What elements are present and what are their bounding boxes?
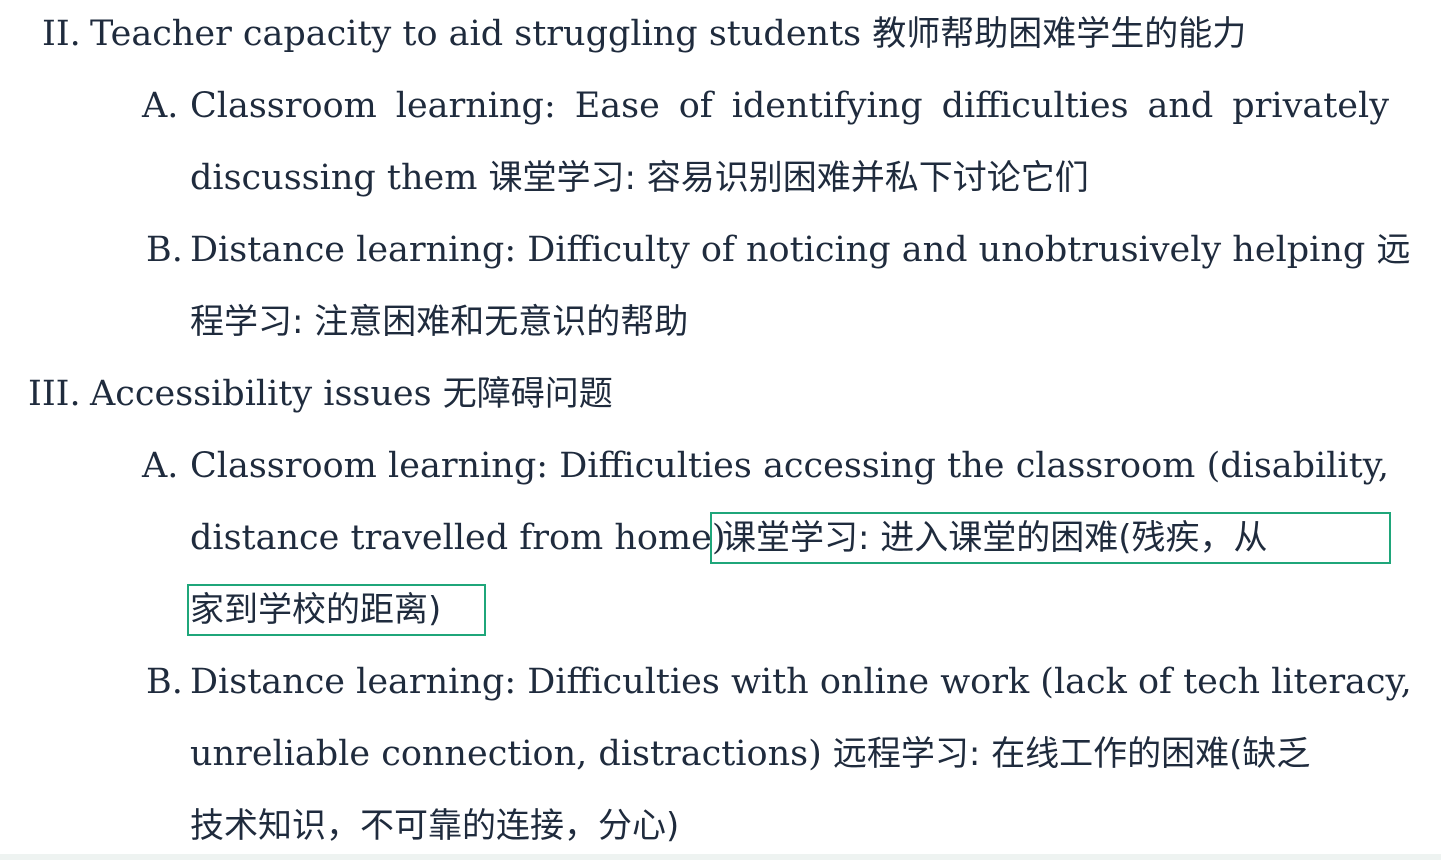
section-2-item-b-line-1-en: Distance learning: Difficulty of noticin… <box>190 230 1366 270</box>
section-3-item-a-line-1-word: Difficulties <box>559 446 752 486</box>
section-3-item-b-line-3-zh: 技术知识，不可靠的连接，分心) <box>190 806 680 846</box>
section-2-item-a-line-1-word: privately <box>1232 86 1389 126</box>
translation-highlight-box-2 <box>187 584 486 636</box>
section-3-item-a-line-1: Classroom learning: Difficulties accessing t… <box>190 444 1389 488</box>
section-3-heading-zh: 无障碍问题 <box>442 374 613 414</box>
section-2-item-a-line-1-word: learning: <box>395 86 556 126</box>
section-2-item-b-line-1: Distance learning: Difficulty of noticin… <box>190 228 1410 272</box>
section-3-item-b-marker: B. <box>146 662 183 702</box>
section-2-heading-zh: 教师帮助困难学生的能力 <box>872 14 1247 54</box>
section-2-item-b-line-1-zh: 远 <box>1376 230 1411 270</box>
section-3-item-a-line-1-word: classroom <box>1015 446 1196 486</box>
section-2-item-b-marker: B. <box>146 230 183 270</box>
section-3-marker: III. <box>28 374 81 414</box>
section-2-item-a-line-1-word: Classroom <box>190 86 377 126</box>
bottom-divider <box>0 854 1441 860</box>
translation-highlight-box-1 <box>710 512 1391 564</box>
section-3-item-b-line-2-en: unreliable connection, distractions) <box>190 734 822 774</box>
section-3-item-a-line-1-word: learning: <box>388 446 549 486</box>
section-3-item-b-line-2: unreliable connection, distractions) 远程学… <box>190 732 1310 776</box>
section-2-item-a-line-1-word: difficulties <box>941 86 1129 126</box>
section-3-item-b-line-1: Distance learning: Difficulties with onl… <box>190 662 1412 702</box>
section-3-item-a-marker: A. <box>142 446 179 486</box>
section-2-item-a-line-1-word: and <box>1147 86 1214 126</box>
section-3-heading: Accessibility issues 无障碍问题 <box>90 372 613 416</box>
section-2-item-a-line-1-word: of <box>678 86 713 126</box>
section-2-item-a-line-1-word: Ease <box>574 86 660 126</box>
section-2-item-b-line-2-zh: 程学习: 注意困难和无意识的帮助 <box>190 302 689 342</box>
section-3-item-a-line-1-word: (disability, <box>1206 446 1389 486</box>
section-3-item-a-line-2-en: distance travelled from home) <box>190 518 726 558</box>
section-3-heading-en: Accessibility issues <box>90 374 432 414</box>
section-2-item-a-line-1: Classroom learning: Ease of identifying diffi… <box>190 84 1389 128</box>
section-3-item-b-line-2-zh: 远程学习: 在线工作的困难(缺乏 <box>832 734 1311 774</box>
section-2-item-a-line-2-en: discussing them <box>190 158 478 198</box>
section-3-item-a-line-1-word: accessing <box>763 446 936 486</box>
section-2-item-a-line-2: discussing them 课堂学习: 容易识别困难并私下讨论它们 <box>190 156 1089 200</box>
section-2-marker: II. <box>42 14 81 54</box>
section-2-item-b-line-2: 程学习: 注意困难和无意识的帮助 <box>190 300 688 344</box>
section-2-heading-en: Teacher capacity to aid struggling stude… <box>90 14 862 54</box>
section-2-item-a-marker: A. <box>142 86 179 126</box>
section-2-item-a-line-1-word: identifying <box>731 86 923 126</box>
section-3-item-b-line-3: 技术知识，不可靠的连接，分心) <box>190 804 679 848</box>
section-2-heading: Teacher capacity to aid struggling stude… <box>90 12 1246 56</box>
section-2-item-a-line-2-zh: 课堂学习: 容易识别困难并私下讨论它们 <box>488 158 1089 198</box>
section-3-item-a-line-1-word: the <box>947 446 1005 486</box>
section-3-item-a-line-1-word: Classroom <box>190 446 377 486</box>
